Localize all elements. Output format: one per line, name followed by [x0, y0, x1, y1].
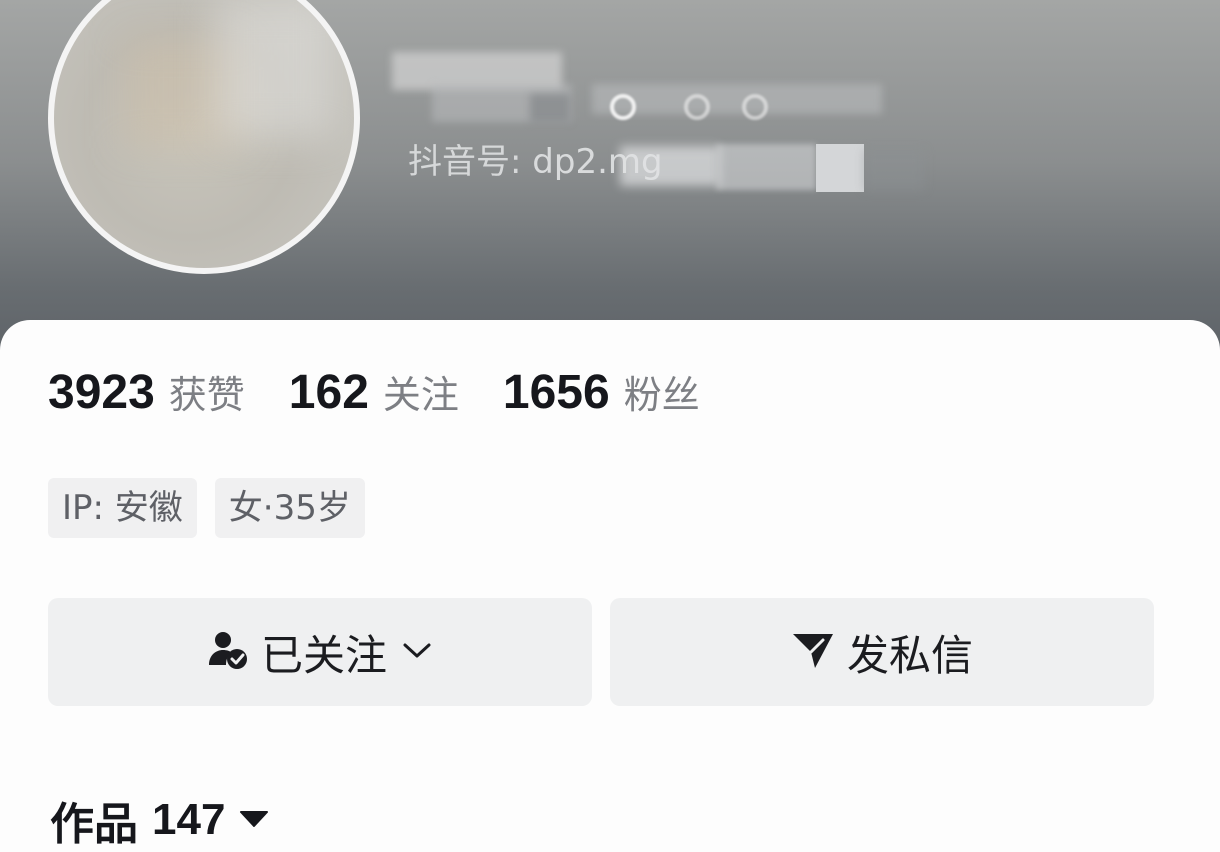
- user-check-icon: [207, 629, 249, 675]
- followed-button[interactable]: 已关注: [48, 598, 592, 706]
- stat-following-label: 关注: [382, 373, 459, 417]
- works-label: 作品: [50, 799, 138, 850]
- send-message-button[interactable]: 发私信: [610, 598, 1154, 706]
- stat-likes-number: 3923: [48, 366, 155, 419]
- caret-down-icon: [239, 806, 269, 834]
- stat-likes-label: 获赞: [168, 373, 245, 417]
- works-tab[interactable]: 作品 147: [50, 788, 269, 852]
- avatar-blur: [214, 0, 334, 138]
- send-icon: [791, 628, 835, 676]
- works-count: 147: [152, 795, 226, 844]
- douyin-id-label: 抖音号:: [408, 142, 522, 182]
- tag-gender-age: 女·35岁: [214, 478, 365, 538]
- followed-button-label: 已关注: [260, 630, 387, 680]
- profile-card: 3923 获赞 162 关注 1656 粉丝 IP: 安徽 女·35岁 已关注: [0, 320, 1220, 850]
- tag-ip-location: IP: 安徽: [48, 478, 197, 538]
- avatar[interactable]: [48, 0, 360, 274]
- stat-followers[interactable]: 1656 粉丝: [503, 364, 700, 420]
- douyin-id-redaction: [816, 144, 864, 192]
- username-redacted: [392, 44, 892, 124]
- douyin-id-redaction: [716, 144, 816, 190]
- profile-tags: IP: 安徽 女·35岁: [48, 478, 383, 538]
- stat-following[interactable]: 162 关注: [289, 364, 459, 420]
- douyin-id-redaction: [620, 146, 720, 186]
- stat-followers-label: 粉丝: [623, 373, 700, 417]
- douyin-id-redaction: [864, 150, 924, 190]
- send-message-label: 发私信: [846, 630, 973, 680]
- stat-followers-number: 1656: [502, 366, 610, 419]
- stat-following-number: 162: [288, 366, 369, 419]
- stat-likes[interactable]: 3923 获赞: [48, 364, 245, 420]
- profile-header-background: 抖音号: dp2.mg: [0, 0, 1220, 360]
- profile-stats: 3923 获赞 162 关注 1656 粉丝: [48, 364, 744, 420]
- chevron-down-icon: [401, 634, 433, 670]
